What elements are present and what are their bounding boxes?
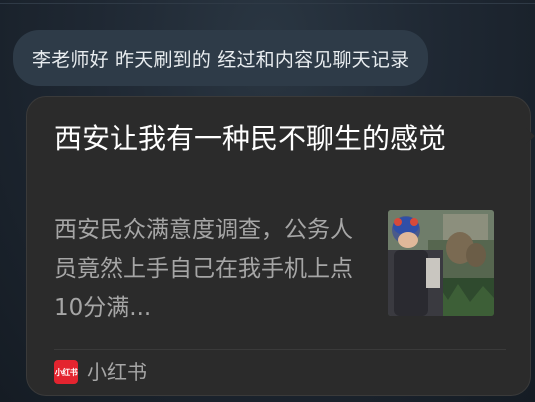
shared-link-card[interactable]: 西安让我有一种民不聊生的感觉 西安民众满意度调查，公务人员竟然上手自己在我手机上… (26, 96, 531, 396)
message-bubble[interactable]: 李老师好 昨天刷到的 经过和内容见聊天记录 (13, 30, 429, 86)
thumbnail-photo (388, 210, 494, 316)
card-description: 西安民众满意度调查，公务人员竟然上手自己在我手机上点10分满... (54, 217, 353, 321)
chat-screen: 李老师好 昨天刷到的 经过和内容见聊天记录 西安让我有一种民不聊生的感觉 西安民… (0, 0, 535, 402)
card-bubble-tail (526, 128, 535, 144)
message-text: 李老师好 昨天刷到的 经过和内容见聊天记录 (32, 48, 410, 71)
top-divider (0, 3, 535, 4)
card-title: 西安让我有一种民不聊生的感觉 (54, 122, 447, 155)
source-logo-text: 小红书 (54, 367, 78, 377)
source-name: 小红书 (87, 360, 147, 384)
photo-thumbnail (388, 210, 494, 316)
xiaohongshu-logo-icon: 小红书 (54, 360, 78, 384)
card-divider (54, 349, 506, 350)
